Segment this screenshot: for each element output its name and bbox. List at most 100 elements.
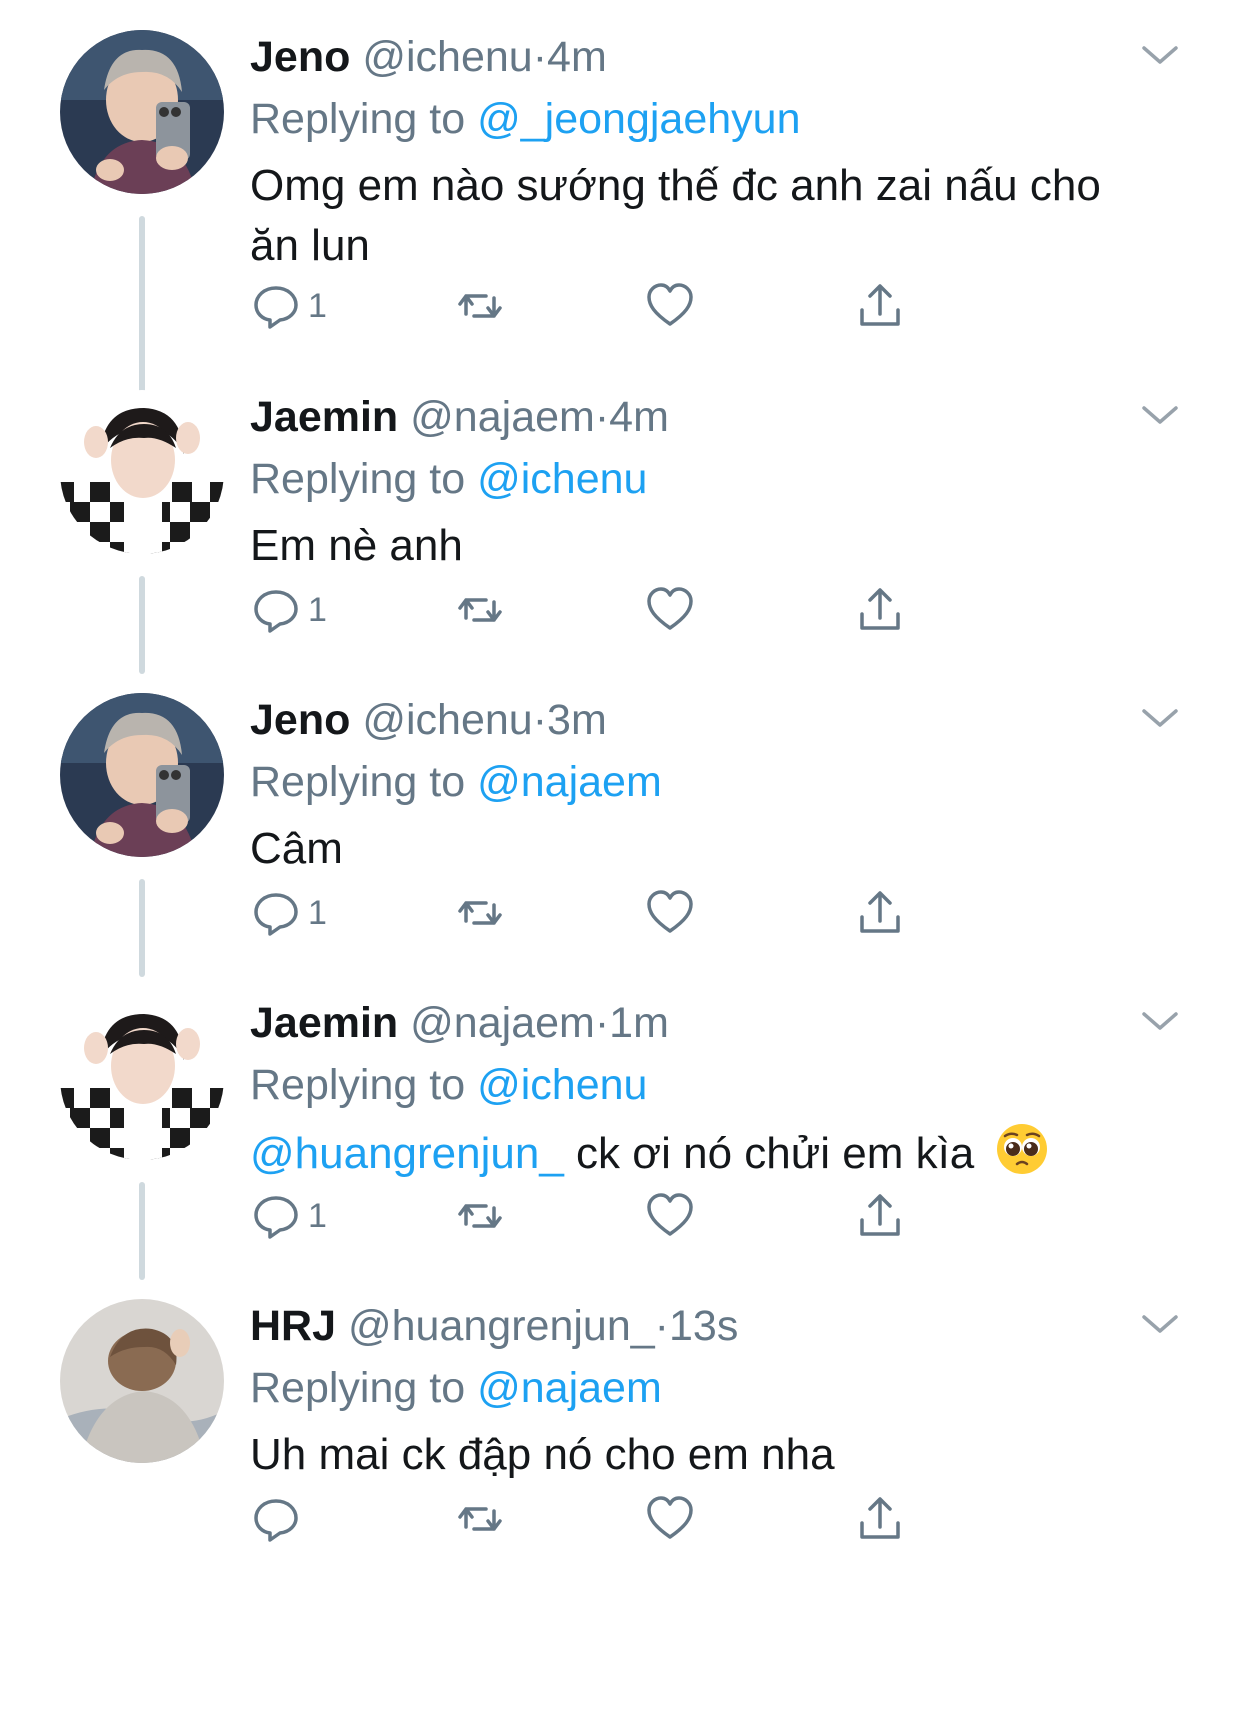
tweet-actions (250, 1491, 1010, 1547)
retweet-icon (458, 598, 502, 622)
tweet-header: Jaemin @najaem·1m (250, 992, 1182, 1054)
thread-connector (139, 576, 145, 674)
share-icon (860, 588, 900, 630)
avatar[interactable] (60, 30, 224, 194)
retweet-icon (458, 901, 502, 925)
share-icon (860, 1194, 900, 1236)
replying-to-mention[interactable]: @_jeongjaehyun (477, 95, 800, 143)
share-button[interactable] (854, 885, 906, 941)
heart-icon (647, 1193, 693, 1236)
user-handle[interactable]: @ichenu (362, 33, 532, 81)
avatar[interactable] (60, 996, 224, 1160)
user-handle[interactable]: @huangrenjun_ (348, 1302, 655, 1350)
replying-to-mention[interactable]: @ichenu (477, 455, 647, 503)
heart-icon (647, 1496, 693, 1539)
timestamp[interactable]: 3m (547, 696, 607, 744)
avatar[interactable] (60, 390, 224, 554)
reply-icon (254, 1499, 298, 1542)
user-handle[interactable]: @ichenu (362, 696, 532, 744)
share-button[interactable] (854, 582, 906, 638)
reply-button[interactable]: 1 (250, 278, 327, 334)
like-button[interactable] (644, 582, 696, 638)
tweet-text: Uh mai ck đập nó cho em nha (250, 1430, 835, 1479)
separator-dot: · (532, 33, 548, 81)
retweet-button[interactable] (454, 1188, 506, 1244)
retweet-button[interactable] (454, 1491, 506, 1547)
like-button[interactable] (644, 278, 696, 334)
share-button[interactable] (854, 1188, 906, 1244)
timestamp[interactable]: 13s (669, 1302, 738, 1350)
heart-icon (647, 283, 693, 326)
tweet-text: Câm (250, 824, 343, 873)
share-icon (860, 284, 900, 326)
user-handle[interactable]: @najaem (410, 393, 595, 441)
thread-connector (139, 1182, 145, 1280)
avatar[interactable] (60, 1299, 224, 1463)
chevron-down-icon[interactable] (1138, 398, 1182, 434)
tweet-text: Omg em nào sướng thế đc anh zai nấu cho … (250, 161, 1101, 270)
share-button[interactable] (854, 278, 906, 334)
thread-connector (139, 879, 145, 977)
tweet-header: Jeno @ichenu·4m (250, 26, 1182, 88)
timestamp[interactable]: 4m (609, 393, 669, 441)
display-name[interactable]: Jaemin (250, 999, 398, 1047)
retweet-button[interactable] (454, 582, 506, 638)
replying-to-label: Replying to (250, 95, 466, 143)
chevron-down-icon[interactable] (1138, 1004, 1182, 1040)
replying-to-label: Replying to (250, 758, 466, 806)
replying-to-line: Replying to @najaem (250, 1357, 1182, 1419)
replying-to-line: Replying to @najaem (250, 751, 1182, 813)
replying-to-label: Replying to (250, 455, 466, 503)
tweet-text-content: ck ơi nó chửi em kìa (576, 1129, 975, 1178)
retweet-button[interactable] (454, 278, 506, 334)
reply-icon (254, 286, 298, 329)
display-name[interactable]: Jeno (250, 696, 350, 744)
like-button[interactable] (644, 1491, 696, 1547)
avatar[interactable] (60, 693, 224, 857)
replying-to-mention[interactable]: @najaem (477, 1364, 662, 1412)
timestamp[interactable]: 4m (547, 33, 607, 81)
reply-button[interactable]: 1 (250, 582, 327, 638)
retweet-button[interactable] (454, 885, 506, 941)
retweet-icon (458, 1507, 502, 1531)
tweet-text: @huangrenjun_ ck ơi nó chửi em kìa (250, 1122, 1182, 1184)
tweet-actions: 1 (250, 582, 1010, 638)
reply-thread: Jeno @ichenu·4m Replying to @_jeongjaehy… (0, 0, 1242, 1719)
chevron-down-icon[interactable] (1138, 1307, 1182, 1343)
reply-button[interactable] (250, 1491, 308, 1547)
replying-to-line: Replying to @ichenu (250, 448, 1182, 510)
display-name[interactable]: HRJ (250, 1302, 336, 1350)
reply-button[interactable]: 1 (250, 885, 327, 941)
chevron-down-icon[interactable] (1138, 701, 1182, 737)
reply-icon (254, 590, 298, 633)
tweet-mention[interactable]: @huangrenjun_ (250, 1129, 564, 1178)
tweet-header: Jeno @ichenu·3m (250, 689, 1182, 751)
display-name[interactable]: Jaemin (250, 393, 398, 441)
timestamp[interactable]: 1m (609, 999, 669, 1047)
user-handle[interactable]: @najaem (410, 999, 595, 1047)
separator-dot: · (594, 393, 610, 441)
reply-icon (254, 893, 298, 936)
heart-icon (647, 890, 693, 933)
separator-dot: · (654, 1302, 669, 1350)
replying-to-mention[interactable]: @ichenu (477, 1061, 647, 1109)
display-name[interactable]: Jeno (250, 33, 350, 81)
reply-button[interactable]: 1 (250, 1188, 327, 1244)
share-icon (860, 1497, 900, 1539)
retweet-icon (458, 1204, 502, 1228)
reply-count: 1 (308, 286, 327, 325)
retweet-icon (458, 294, 502, 318)
separator-dot: · (594, 999, 610, 1047)
like-button[interactable] (644, 885, 696, 941)
share-icon (860, 891, 900, 933)
chevron-down-icon[interactable] (1138, 38, 1182, 74)
tweet-actions: 1 (250, 885, 1010, 941)
replying-to-mention[interactable]: @najaem (477, 758, 662, 806)
tweet-actions: 1 (250, 1188, 1010, 1244)
pleading-face-emoji (996, 1124, 1047, 1174)
reply-count: 1 (308, 590, 327, 629)
reply-count: 1 (308, 893, 327, 932)
like-button[interactable] (644, 1188, 696, 1244)
share-button[interactable] (854, 1491, 906, 1547)
tweet-header: Jaemin @najaem·4m (250, 386, 1182, 448)
